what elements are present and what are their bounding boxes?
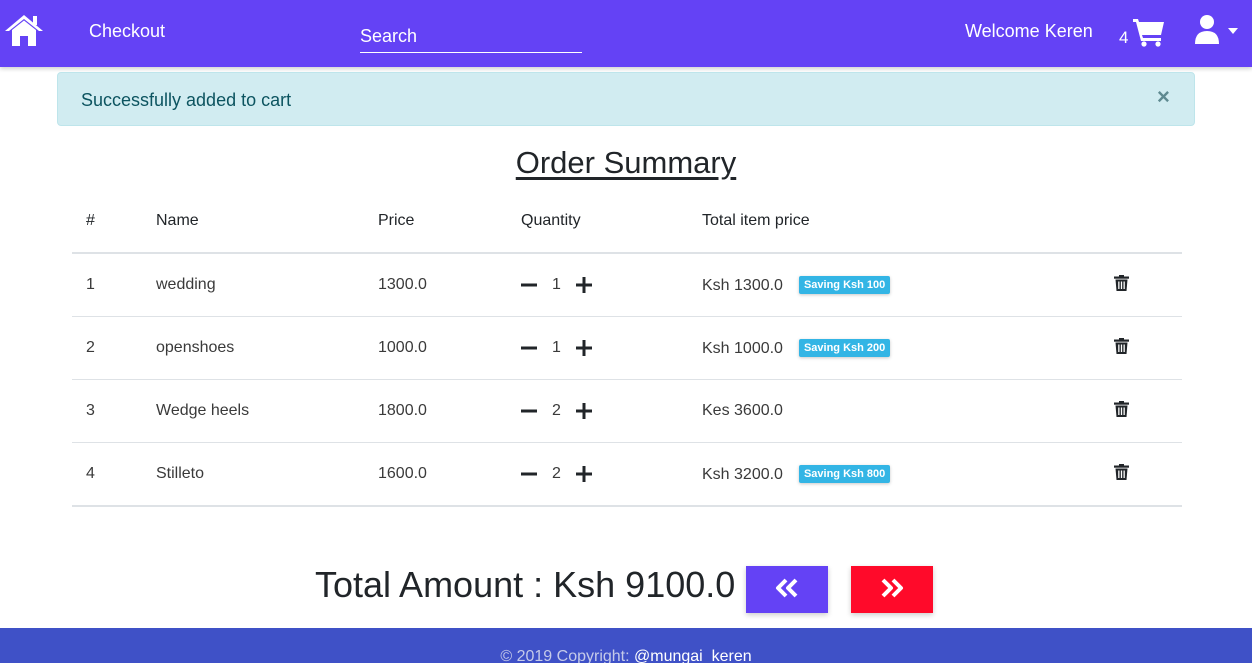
item-quantity: 1 bbox=[521, 316, 702, 380]
saving-badge: Saving Ksh 100 bbox=[798, 275, 891, 294]
quantity-value: 2 bbox=[552, 402, 561, 419]
item-actions bbox=[1114, 316, 1182, 380]
item-actions bbox=[1114, 379, 1182, 443]
item-quantity: 1 bbox=[521, 253, 702, 317]
quantity-value: 1 bbox=[552, 276, 561, 293]
page-title: Order Summary bbox=[515, 145, 737, 180]
home-icon[interactable] bbox=[4, 13, 44, 47]
cart-button[interactable]: 4 bbox=[1119, 17, 1169, 49]
item-actions bbox=[1114, 442, 1182, 507]
item-price: 1600.0 bbox=[378, 442, 521, 507]
saving-badge: Saving Ksh 200 bbox=[798, 338, 891, 357]
double-chevron-left-icon bbox=[776, 578, 798, 598]
item-price: 1300.0 bbox=[378, 253, 521, 317]
search-input[interactable] bbox=[360, 20, 582, 53]
item-number: 2 bbox=[72, 316, 156, 380]
double-chevron-right-icon bbox=[881, 578, 903, 598]
item-total-value: Kes 3600.0 bbox=[702, 402, 783, 419]
item-total-value: Ksh 1300.0 bbox=[702, 276, 783, 294]
item-price: 1800.0 bbox=[378, 379, 521, 443]
item-total-value: Ksh 3200.0 bbox=[702, 465, 783, 483]
minus-icon[interactable] bbox=[521, 277, 537, 293]
success-alert: Successfully added to cart × bbox=[57, 72, 1195, 126]
nav-checkout-link[interactable]: Checkout bbox=[89, 21, 165, 42]
author-link[interactable]: @mungai_keren bbox=[634, 648, 752, 663]
saving-badge: Saving Ksh 800 bbox=[798, 464, 891, 483]
plus-icon[interactable] bbox=[576, 466, 592, 482]
alert-message: Successfully added to cart bbox=[81, 90, 292, 110]
footer: © 2019 Copyright: @mungai_keren bbox=[0, 628, 1252, 663]
plus-icon[interactable] bbox=[576, 340, 592, 356]
trash-icon[interactable] bbox=[1114, 400, 1129, 417]
trash-icon[interactable] bbox=[1114, 274, 1129, 291]
item-quantity: 2 bbox=[521, 442, 702, 507]
plus-icon[interactable] bbox=[576, 277, 592, 293]
quantity-value: 1 bbox=[552, 339, 561, 356]
copyright-text: © 2019 Copyright: bbox=[500, 648, 634, 663]
minus-icon[interactable] bbox=[521, 340, 537, 356]
item-total: Ksh 1300.0 Saving Ksh 100 bbox=[702, 253, 1114, 317]
item-name: Wedge heels bbox=[156, 379, 378, 443]
header-name: Name bbox=[156, 190, 378, 254]
shopping-cart-icon bbox=[1133, 19, 1164, 47]
cart-count: 4 bbox=[1119, 28, 1129, 47]
item-name: wedding bbox=[156, 253, 378, 317]
minus-icon[interactable] bbox=[521, 403, 537, 419]
item-number: 4 bbox=[72, 442, 156, 507]
item-number: 1 bbox=[72, 253, 156, 317]
table-row: 2 openshoes 1000.0 1 Ksh 1000.0 Saving Ks… bbox=[72, 316, 1182, 380]
item-total: Ksh 1000.0 Saving Ksh 200 bbox=[702, 316, 1114, 380]
header-actions bbox=[1114, 190, 1182, 254]
item-total: Kes 3600.0 bbox=[702, 379, 1114, 443]
table-row: 3 Wedge heels 1800.0 2 Kes 3600.0 bbox=[72, 379, 1182, 443]
plus-icon[interactable] bbox=[576, 403, 592, 419]
item-quantity: 2 bbox=[521, 379, 702, 443]
close-icon[interactable]: × bbox=[1157, 86, 1170, 108]
header-number: # bbox=[72, 190, 156, 254]
table-header-row: # Name Price Quantity Total item price bbox=[72, 190, 1182, 254]
user-icon bbox=[1195, 15, 1219, 44]
table-row: 4 Stilleto 1600.0 2 Ksh 3200.0 Saving Ksh… bbox=[72, 442, 1182, 507]
header-total-item-price: Total item price bbox=[702, 190, 1114, 254]
header-quantity: Quantity bbox=[521, 190, 702, 254]
trash-icon[interactable] bbox=[1114, 337, 1129, 354]
order-table: # Name Price Quantity Total item price 1… bbox=[72, 190, 1182, 507]
back-button[interactable] bbox=[746, 566, 828, 613]
welcome-text: Welcome Keren bbox=[965, 21, 1093, 41]
quantity-value: 2 bbox=[552, 465, 561, 482]
item-actions bbox=[1114, 253, 1182, 317]
trash-icon[interactable] bbox=[1114, 463, 1129, 480]
user-menu-button[interactable] bbox=[1194, 14, 1244, 46]
proceed-button[interactable] bbox=[851, 566, 933, 613]
item-name: openshoes bbox=[156, 316, 378, 380]
item-total: Ksh 3200.0 Saving Ksh 800 bbox=[702, 442, 1114, 507]
item-total-value: Ksh 1000.0 bbox=[702, 339, 783, 357]
table-row: 1 wedding 1300.0 1 Ksh 1300.0 Saving Ksh … bbox=[72, 253, 1182, 317]
item-number: 3 bbox=[72, 379, 156, 443]
item-price: 1000.0 bbox=[378, 316, 521, 380]
chevron-down-icon bbox=[1228, 28, 1238, 34]
total-amount: Total Amount : Ksh 9100.0 bbox=[315, 564, 736, 605]
minus-icon[interactable] bbox=[521, 466, 537, 482]
footer-copyright: © 2019 Copyright: @mungai_keren bbox=[0, 648, 1252, 663]
navbar: Checkout Welcome Keren 4 bbox=[0, 0, 1252, 67]
item-name: Stilleto bbox=[156, 442, 378, 507]
header-price: Price bbox=[378, 190, 521, 254]
